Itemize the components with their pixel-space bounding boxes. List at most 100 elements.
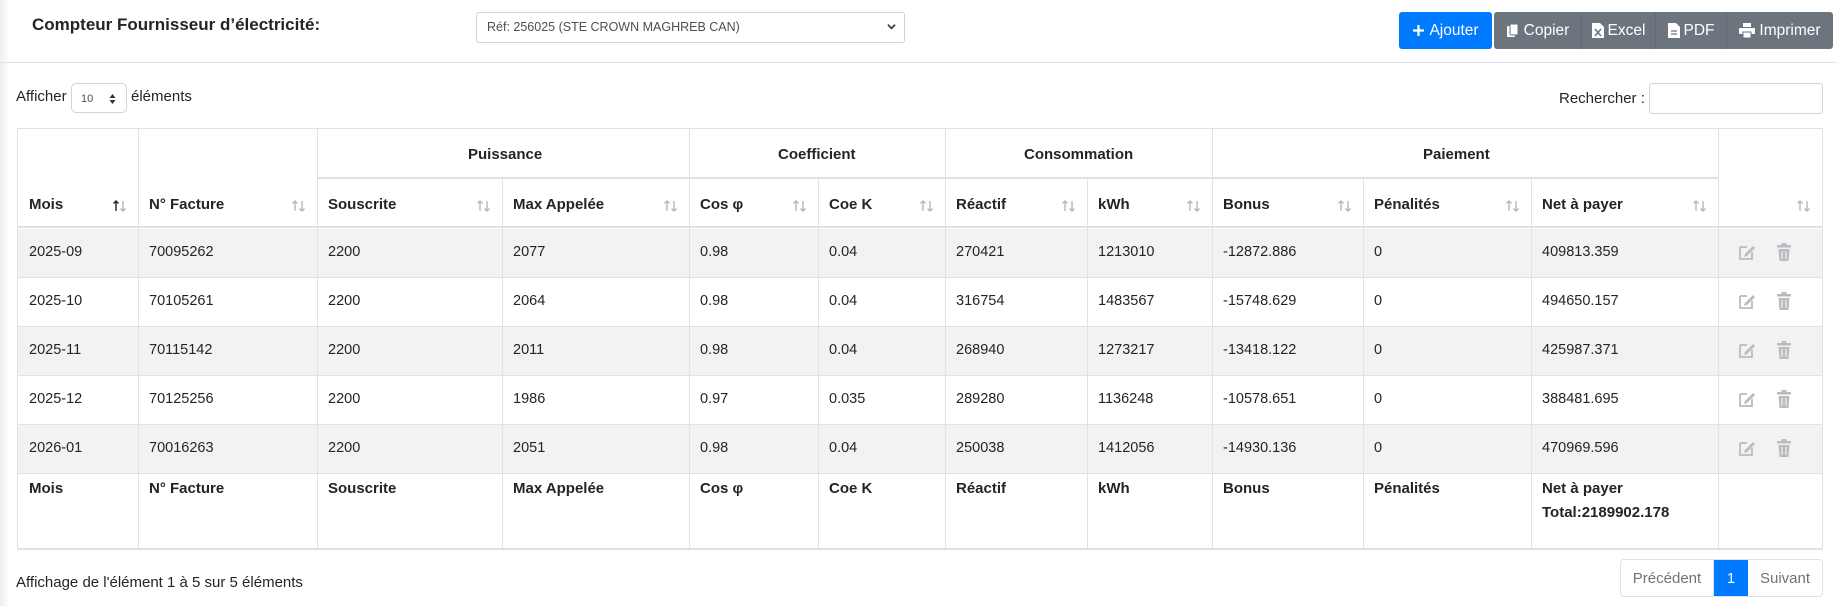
trash-icon[interactable] [1774,242,1794,262]
prev-page-button[interactable]: Précédent [1621,560,1714,596]
table-cell-mois: 2026-01 [29,440,83,456]
copy-icon [1506,23,1519,37]
search-label: Rechercher : [1559,90,1645,107]
table-cell-penalites: 0 [1374,244,1383,260]
plus-icon [1413,25,1425,36]
column-header-bonus[interactable]: Bonus [1223,196,1270,213]
next-page-button[interactable]: Suivant [1748,560,1822,596]
column-divider [1531,179,1532,549]
edit-icon[interactable] [1737,291,1757,311]
add-button-label: Ajouter [1429,21,1479,39]
sort-icon [920,200,933,212]
invoices-table: Puissance Coefficient Consommation Paiem… [17,128,1823,550]
table-cell-mois: 2025-12 [29,391,83,407]
column-header-net-a-payer[interactable]: Net à payer [1542,196,1623,213]
table-cell-bonus: -13418.122 [1223,342,1297,358]
table-cell-bonus: -14930.136 [1223,440,1297,456]
sort-icon [793,200,806,212]
table-cell-penalites: 0 [1374,342,1383,358]
row-divider [18,424,1822,425]
table-cell-bonus: -12872.886 [1223,244,1297,260]
column-divider [1363,179,1364,549]
column-header-cos-phi[interactable]: Cos φ [700,196,743,213]
table-cell-facture: 70016263 [149,440,214,456]
column-divider [502,179,503,549]
footer-header-cos-phi: Cos φ [700,480,744,497]
table-cell-coe-k: 0.04 [829,293,858,309]
table-cell-penalites: 0 [1374,391,1383,407]
table-cell-bonus: -15748.629 [1223,293,1297,309]
column-header-coe-k[interactable]: Coe K [829,196,872,213]
edit-icon[interactable] [1737,340,1757,360]
sort-icon [292,200,305,212]
table-cell-souscrite: 2200 [328,440,361,456]
pdf-button[interactable]: PDF [1656,12,1727,49]
table-cell-coe-k: 0.04 [829,244,858,260]
sort-icon [1506,200,1519,212]
table-cell-max-appelee: 2051 [513,440,546,456]
footer-header-mois: Mois [29,480,64,497]
length-suffix: éléments [131,88,192,105]
print-button[interactable]: Imprimer [1727,12,1833,49]
table-cell-souscrite: 2200 [328,342,361,358]
search-input[interactable] [1649,83,1823,114]
edit-icon[interactable] [1737,438,1757,458]
table-cell-mois: 2025-10 [29,293,83,309]
column-header-max-appelee[interactable]: Max Appelée [513,196,604,213]
page-title: Compteur Fournisseur d’électricité: [32,15,321,34]
column-divider [689,129,690,549]
column-header-penalites[interactable]: Pénalités [1374,196,1440,213]
table-cell-reactif: 270421 [956,244,1005,260]
group-header-paiement: Paiement [1423,146,1490,163]
add-button[interactable]: Ajouter [1399,12,1492,49]
table-cell-max-appelee: 1986 [513,391,546,407]
page-length-value: 10 [81,93,94,105]
copy-button-label: Copier [1523,21,1570,39]
column-divider [1718,129,1719,549]
table-cell-kwh: 1136248 [1098,391,1154,407]
table-cell-kwh: 1273217 [1098,342,1155,358]
column-divider [945,129,946,549]
footer-header-reactif: Réactif [956,480,1007,497]
table-cell-reactif: 316754 [956,293,1005,309]
footer-header-penalites: Pénalités [1374,480,1440,497]
table-cell-reactif: 268940 [956,342,1005,358]
page-1-button[interactable]: 1 [1714,560,1748,596]
table-cell-coe-k: 0.035 [829,391,866,407]
column-divider [1087,179,1088,549]
table-cell-bonus: -10578.651 [1223,391,1297,407]
column-header-facture[interactable]: N° Facture [149,196,224,213]
column-header-mois[interactable]: Mois [29,196,63,213]
trash-icon[interactable] [1774,438,1794,458]
sort-icon [1797,200,1810,212]
edit-icon[interactable] [1737,389,1757,409]
page-length-select[interactable]: 10 [71,83,127,113]
print-icon [1739,23,1756,38]
column-header-reactif[interactable]: Réactif [956,196,1006,213]
copy-button[interactable]: Copier [1494,12,1582,49]
table-cell-max-appelee: 2064 [513,293,546,309]
table-cell-reactif: 289280 [956,391,1005,407]
trash-icon[interactable] [1774,291,1794,311]
column-header-kwh[interactable]: kWh [1098,196,1130,213]
table-cell-net-a-payer: 388481.695 [1542,391,1619,407]
excel-button[interactable]: Excel [1582,12,1656,49]
table-cell-facture: 70125256 [149,391,214,407]
footer-header-kwh: kWh [1098,480,1130,497]
column-header-souscrite[interactable]: Souscrite [328,196,396,213]
trash-icon[interactable] [1774,340,1794,360]
column-divider [818,179,819,549]
trash-icon[interactable] [1774,389,1794,409]
pdf-button-label: PDF [1683,21,1715,39]
table-cell-kwh: 1483567 [1098,293,1155,309]
sort-icon [1693,200,1706,212]
table-cell-souscrite: 2200 [328,391,361,407]
table-cell-net-a-payer: 494650.157 [1542,293,1619,309]
meter-select[interactable]: Réf: 256025 (STE CROWN MAGHREB CAN) [476,12,905,43]
sort-icon [1338,200,1351,212]
footer-total: Total:2189902.178 [1542,504,1670,521]
table-cell-cos-phi: 0.98 [700,293,729,309]
header-bottom-border [18,226,1822,228]
edit-icon[interactable] [1737,242,1757,262]
table-cell-mois: 2025-11 [29,342,82,358]
